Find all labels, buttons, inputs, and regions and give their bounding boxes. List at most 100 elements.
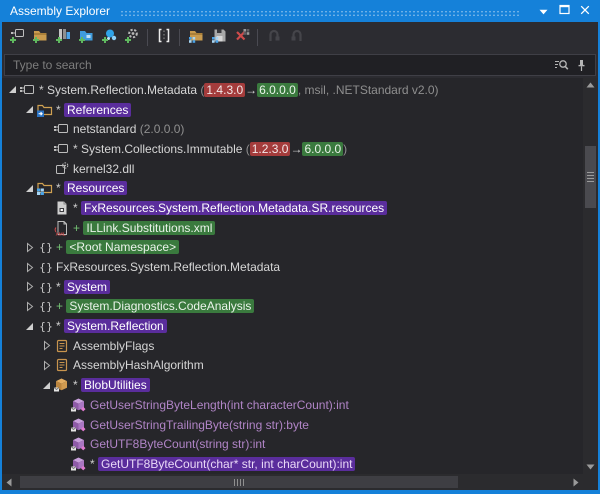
tree-label-segment: * xyxy=(90,457,98,471)
tree-expander-closed-icon[interactable] xyxy=(40,359,52,371)
horizontal-scrollbar[interactable] xyxy=(2,474,583,490)
tree-expander-open-icon[interactable] xyxy=(40,379,52,391)
tree-label-segment: GetUTF8ByteCount(string str):int xyxy=(90,437,265,451)
tree-row[interactable]: GetUserStringByteLength(int characterCou… xyxy=(2,395,583,415)
search-box xyxy=(4,54,596,76)
tree-row[interactable]: netstandard (2.0.0.0) xyxy=(2,119,583,139)
scrollbar-corner xyxy=(583,474,598,490)
tree-row[interactable]: * System.Collections.Immutable (1.2.3.0→… xyxy=(2,139,583,159)
scroll-up-icon[interactable] xyxy=(583,78,598,92)
tree-expander-spacer xyxy=(57,419,69,431)
horizontal-scroll-track[interactable] xyxy=(16,474,569,490)
tree-expander-closed-icon[interactable] xyxy=(23,261,35,273)
tree-row[interactable]: {}FxResources.System.Reflection.Metadata xyxy=(2,257,583,277)
scroll-right-icon[interactable] xyxy=(569,474,583,490)
tree-expander-open-icon[interactable] xyxy=(23,320,35,332)
window-position-button[interactable] xyxy=(534,3,552,20)
search-icon[interactable] xyxy=(551,56,571,74)
open-folder-button[interactable] xyxy=(28,26,51,49)
close-button[interactable] xyxy=(576,3,594,20)
tree-row[interactable]: * BlobUtilities xyxy=(2,375,583,395)
tree-expander-spacer xyxy=(57,399,69,411)
vertical-scroll-thumb[interactable] xyxy=(585,146,596,208)
tree-expander-closed-icon[interactable] xyxy=(23,241,35,253)
assembly-tree: * System.Reflection.Metadata (1.4.3.0→6.… xyxy=(2,78,583,474)
tree-row[interactable]: * GetUTF8ByteCount(char* str, int charCo… xyxy=(2,454,583,474)
vertical-scroll-track[interactable] xyxy=(583,92,598,460)
tree-expander-open-icon[interactable] xyxy=(6,84,18,96)
tree-label-segment: * xyxy=(73,142,81,156)
tree-label-segment: (2.0.0.0) xyxy=(140,122,185,136)
method-icon xyxy=(70,436,87,452)
tb-gear-add-icon xyxy=(123,27,141,48)
tree-row[interactable]: AssemblyHashAlgorithm xyxy=(2,356,583,376)
close-all-modules-button[interactable] xyxy=(230,26,253,49)
svg-text:{}: {} xyxy=(39,241,53,254)
sort-assemblies-button[interactable] xyxy=(152,26,175,49)
tree-row[interactable]: {}+ System.Diagnostics.CodeAnalysis xyxy=(2,297,583,317)
tree-row[interactable]: * FxResources.System.Reflection.Metadata… xyxy=(2,198,583,218)
scroll-left-icon[interactable] xyxy=(2,474,16,490)
tree-expander-open-icon[interactable] xyxy=(23,104,35,116)
namespace-icon: {} xyxy=(36,298,53,314)
class-icon xyxy=(53,377,70,393)
assembly-icon xyxy=(19,82,36,98)
horizontal-scroll-thumb[interactable] xyxy=(20,476,458,488)
unload-button[interactable] xyxy=(285,26,308,49)
maximize-button[interactable] xyxy=(555,3,573,20)
open-nuget-button[interactable] xyxy=(97,26,120,49)
tree-expander-open-icon[interactable] xyxy=(23,182,35,194)
tree-row[interactable]: * References xyxy=(2,100,583,120)
tree-row[interactable]: kernel32.dll xyxy=(2,159,583,179)
tree-expander-closed-icon[interactable] xyxy=(40,340,52,352)
titlebar-grip[interactable] xyxy=(120,10,521,17)
tree-label-segment: AssemblyFlags xyxy=(73,339,154,353)
tree-label-segment: * xyxy=(73,201,81,215)
tree-label-segment: FxResources.System.Reflection.Metadata.S… xyxy=(81,201,387,215)
titlebar[interactable]: Assembly Explorer xyxy=(2,0,598,22)
tree-row[interactable]: GetUserStringTrailingByte(string str):by… xyxy=(2,415,583,435)
tree-expander-closed-icon[interactable] xyxy=(23,300,35,312)
reload-button[interactable] xyxy=(262,26,285,49)
tree-expander-spacer xyxy=(40,163,52,175)
tree-row[interactable]: AssemblyFlags xyxy=(2,336,583,356)
tree-label-segment: , msil, .NETStandard v2.0) xyxy=(298,83,439,97)
tb-folder-blue-add-icon xyxy=(77,27,95,48)
pin-icon[interactable] xyxy=(571,56,591,74)
open-module-button[interactable] xyxy=(51,26,74,49)
assembly-icon xyxy=(53,121,70,137)
open-all-modules-button[interactable] xyxy=(184,26,207,49)
open-assembly-button[interactable] xyxy=(5,26,28,49)
namespace-icon: {} xyxy=(36,279,53,295)
scroll-down-icon[interactable] xyxy=(583,460,598,474)
tree-row[interactable]: XML+ ILLink.Substitutions.xml xyxy=(2,218,583,238)
tree-label-segment: * xyxy=(39,83,47,97)
tree-label-segment: * xyxy=(73,378,81,392)
tree-row[interactable]: * System.Reflection.Metadata (1.4.3.0→6.… xyxy=(2,80,583,100)
tree-expander-spacer xyxy=(40,143,52,155)
open-with-options-button[interactable] xyxy=(120,26,143,49)
method-icon xyxy=(70,456,87,472)
namespace-icon: {} xyxy=(36,259,53,275)
tree-label-segment: FxResources.System.Reflection.Metadata xyxy=(56,260,280,274)
tree-label-segment: 6.0.0.0 xyxy=(302,142,343,156)
tree-label-segment: GetUserStringTrailingByte(string str):by… xyxy=(90,418,309,432)
tree-expander-spacer xyxy=(57,438,69,450)
namespace-icon: {} xyxy=(36,239,53,255)
assembly-explorer-window: Assembly Explorer * System.Reflection.Me… xyxy=(0,0,600,494)
tree-row[interactable]: {}* System xyxy=(2,277,583,297)
toolbar-separator xyxy=(179,29,180,46)
search-input[interactable] xyxy=(11,57,551,73)
save-all-modules-button[interactable] xyxy=(207,26,230,49)
tree-label-segment: References xyxy=(64,103,131,117)
tree-row[interactable]: {}* System.Reflection xyxy=(2,316,583,336)
chevron-down-icon xyxy=(539,4,548,18)
tree-expander-spacer xyxy=(57,458,69,470)
tree-row[interactable]: * Resources xyxy=(2,178,583,198)
tree-label-segment: GetUserStringByteLength(int characterCou… xyxy=(90,398,349,412)
open-package-folder-button[interactable] xyxy=(74,26,97,49)
tree-expander-closed-icon[interactable] xyxy=(23,281,35,293)
vertical-scrollbar[interactable] xyxy=(583,78,598,474)
tree-row[interactable]: GetUTF8ByteCount(string str):int xyxy=(2,434,583,454)
tree-row[interactable]: {}+ <Root Namespace> xyxy=(2,238,583,258)
